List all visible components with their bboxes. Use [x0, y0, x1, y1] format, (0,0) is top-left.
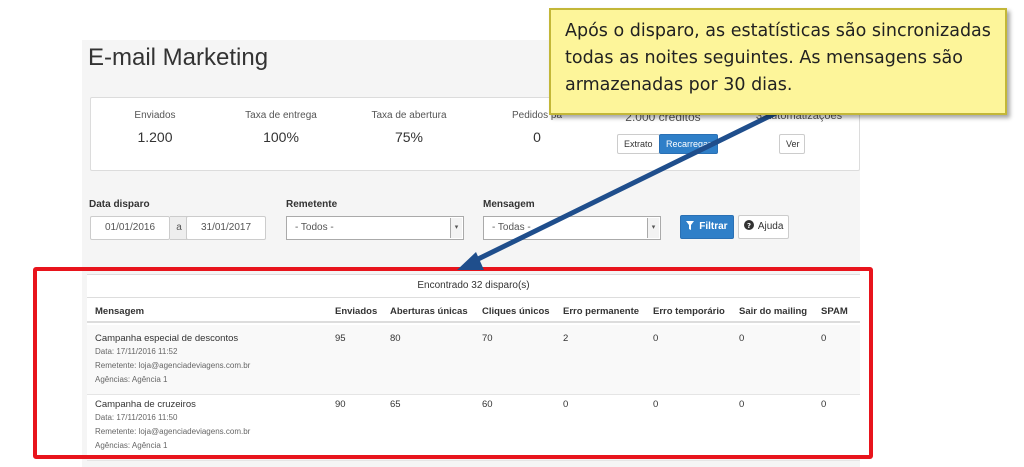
message-select[interactable]: - Todas - ▾ [483, 216, 661, 240]
chevron-down-icon: ▾ [450, 218, 462, 238]
stat-taxa-abertura: Taxa de abertura 75% [349, 110, 469, 145]
funnel-icon [686, 221, 699, 232]
stat-value: 100% [263, 129, 299, 145]
stat-label: Taxa de abertura [371, 110, 447, 121]
stat-label: Taxa de entrega [245, 110, 317, 121]
filter-button-label: Filtrar [699, 221, 728, 232]
stat-label: Enviados [134, 110, 176, 121]
stat-value: 75% [394, 129, 424, 145]
ver-button[interactable]: Ver [779, 134, 805, 154]
filter-button[interactable]: Filtrar [680, 215, 734, 239]
callout-note: Após o disparo, as estatísticas são sinc… [549, 8, 1007, 115]
chevron-down-icon: ▾ [647, 218, 659, 238]
sender-select[interactable]: - Todos - ▾ [286, 216, 464, 240]
highlight-frame [33, 267, 873, 459]
question-circle-icon: ? [743, 220, 758, 232]
date-filter-label: Data disparo [89, 199, 150, 210]
date-to-input[interactable]: 31/01/2017 [186, 216, 266, 240]
stat-value: 1.200 [137, 129, 173, 145]
stat-enviados: Enviados 1.200 [95, 110, 215, 145]
recarregar-button[interactable]: Recarregar [659, 134, 719, 154]
stat-taxa-entrega: Taxa de entrega 100% [221, 110, 341, 145]
help-button[interactable]: ? Ajuda [738, 215, 789, 239]
stat-pedidos: Pedidos pa 0 [477, 110, 597, 145]
stat-value: 0 [533, 129, 541, 145]
help-button-label: Ajuda [757, 221, 784, 232]
sender-select-value: - Todos - [295, 222, 334, 233]
sender-filter-label: Remetente [286, 199, 338, 210]
date-from-input[interactable]: 01/01/2016 [90, 216, 170, 240]
message-filter-label: Mensagem [483, 199, 535, 210]
extrato-button[interactable]: Extrato [617, 134, 660, 154]
page-title: E-mail Marketing [88, 44, 269, 71]
message-select-value: - Todas - [492, 222, 531, 233]
svg-text:?: ? [747, 222, 751, 230]
